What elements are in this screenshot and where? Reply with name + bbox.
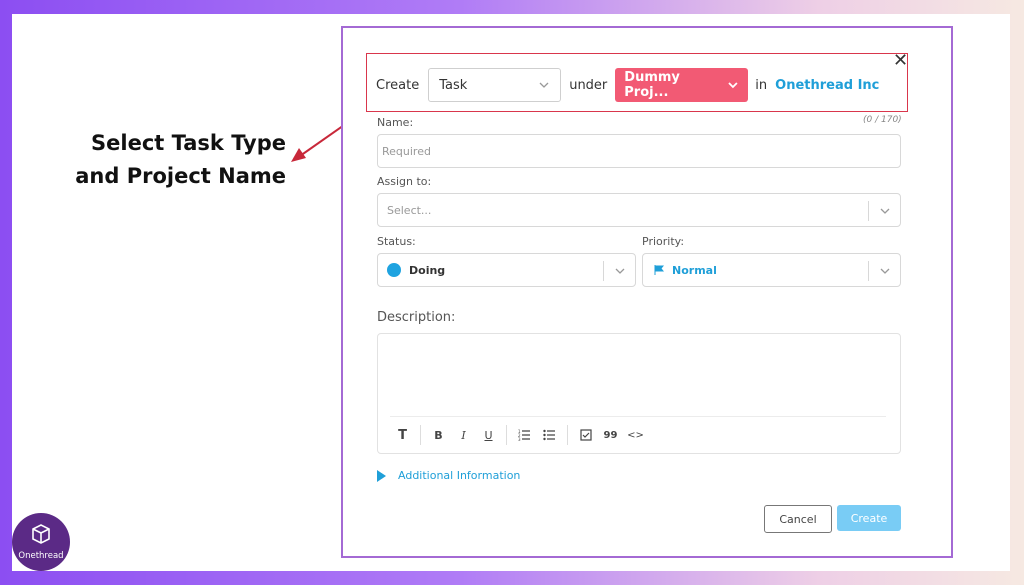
create-task-modal: ✕ Create Task under Dummy Proj... in One… (341, 26, 953, 558)
description-editor[interactable]: T B I U 123 99 <> (377, 333, 901, 454)
project-value: Dummy Proj... (624, 70, 680, 100)
editor-toolbar: T B I U 123 99 <> (390, 422, 648, 448)
cancel-button[interactable]: Cancel (764, 505, 832, 533)
create-label: Create (376, 77, 420, 93)
toolbar-divider (390, 416, 886, 417)
chevron-down-icon (728, 82, 738, 89)
name-placeholder: Required (382, 144, 431, 158)
chevron-down-icon (615, 268, 625, 274)
toolbar-separator (420, 425, 421, 445)
status-label: Status: (377, 235, 416, 248)
name-input[interactable]: Required (377, 134, 901, 168)
dropdown-separator (868, 261, 869, 281)
priority-select[interactable]: Normal (642, 253, 901, 287)
chevron-down-icon (880, 208, 890, 214)
description-label: Description: (377, 310, 456, 325)
task-type-value: Task (439, 77, 468, 93)
ordered-list-button[interactable]: 123 (512, 423, 537, 447)
dropdown-separator (868, 201, 869, 221)
toolbar-separator (506, 425, 507, 445)
priority-value: Normal (672, 263, 717, 277)
dropdown-separator (603, 261, 604, 281)
bullet-list-button[interactable] (537, 423, 562, 447)
annotation-line-1: Select Task Type (91, 131, 286, 155)
logo-text: Onethread (18, 551, 64, 561)
name-label: Name: (377, 116, 414, 129)
bold-button[interactable]: B (426, 423, 451, 447)
toolbar-separator (567, 425, 568, 445)
onethread-logo: Onethread (12, 513, 70, 571)
svg-text:3: 3 (518, 437, 521, 441)
priority-label: Priority: (642, 235, 685, 248)
organization-link[interactable]: Onethread Inc (775, 78, 879, 93)
ordered-list-icon: 123 (518, 429, 530, 441)
text-style-button[interactable]: T (390, 423, 415, 447)
assign-placeholder: Select... (387, 203, 432, 217)
checklist-button[interactable] (573, 423, 598, 447)
status-value: Doing (409, 263, 446, 277)
status-dot-icon (387, 263, 401, 277)
additional-information-toggle[interactable]: Additional Information (377, 469, 520, 482)
create-button[interactable]: Create (837, 505, 901, 531)
blockquote-button[interactable]: 99 (598, 423, 623, 447)
code-button[interactable]: <> (623, 423, 648, 447)
chevron-down-icon (539, 82, 549, 88)
assign-label: Assign to: (377, 175, 432, 188)
name-char-counter: (0 / 170) (863, 115, 902, 125)
annotation-callout: Select Task Type and Project Name (60, 127, 286, 193)
checkbox-icon (579, 429, 592, 441)
status-select[interactable]: Doing (377, 253, 636, 287)
bullet-list-icon (543, 429, 555, 441)
box-logo-icon (32, 524, 50, 544)
task-type-select[interactable]: Task (428, 68, 562, 102)
underline-button[interactable]: U (476, 423, 501, 447)
create-header-row: Create Task under Dummy Proj... in Oneth… (376, 68, 879, 102)
under-label: under (569, 77, 608, 93)
chevron-down-icon (880, 268, 890, 274)
assign-select[interactable]: Select... (377, 193, 901, 227)
flag-icon (654, 265, 664, 275)
additional-information-label: Additional Information (398, 469, 521, 482)
project-select[interactable]: Dummy Proj... (615, 68, 749, 102)
in-label: in (755, 77, 768, 93)
play-triangle-icon (377, 469, 386, 482)
annotation-line-2: and Project Name (75, 164, 286, 188)
italic-button[interactable]: I (451, 423, 476, 447)
